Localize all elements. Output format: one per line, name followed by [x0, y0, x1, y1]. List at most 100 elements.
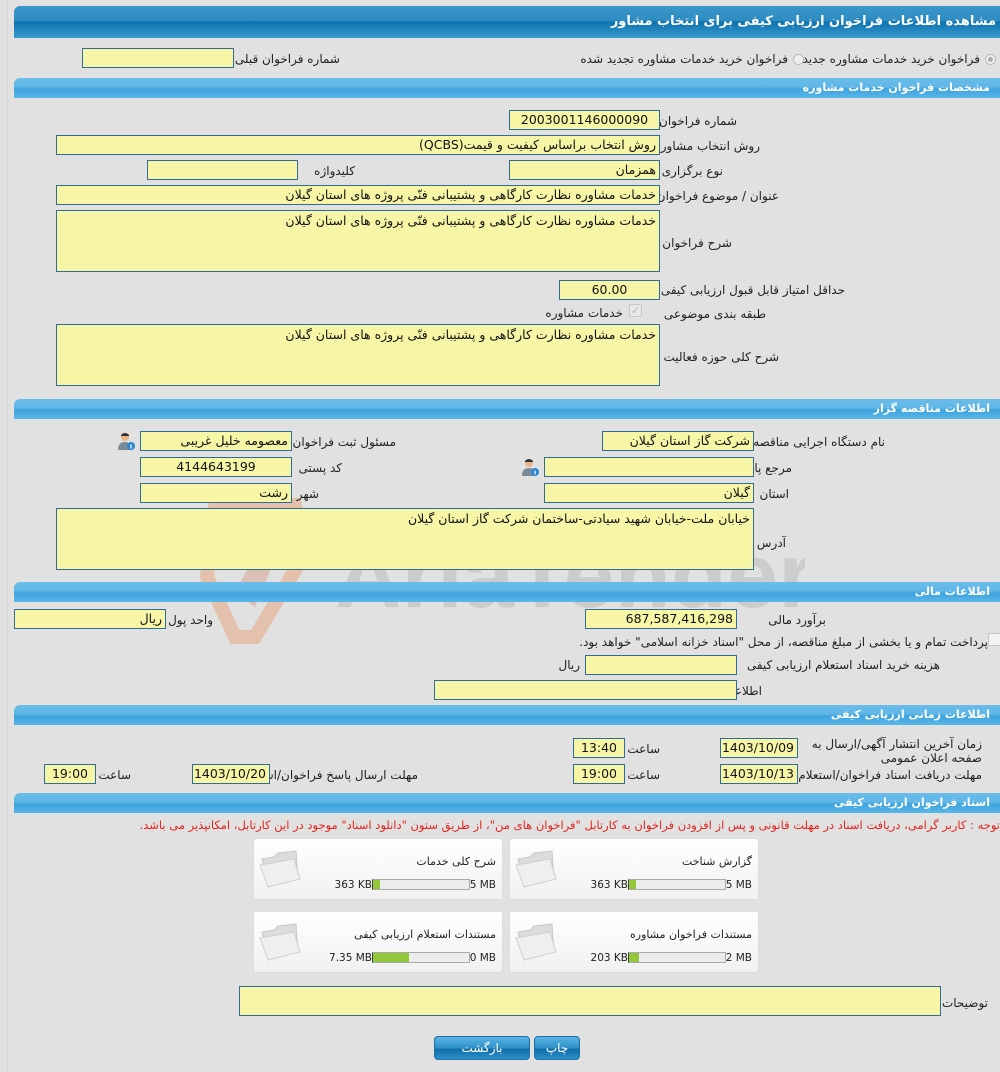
postal-code-field[interactable]: 4144643199 [140, 457, 292, 477]
activity-scope-textarea[interactable]: خدمات مشاوره نظارت کارگاهی و پشتیبانی فن… [56, 324, 660, 386]
submit-deadline-time-label: ساعت [98, 768, 131, 782]
doc-fee-unit: ریال [558, 658, 580, 672]
publish-date-field[interactable]: 1403/10/09 [720, 738, 798, 758]
receive-deadline-time-field[interactable]: 19:00 [573, 764, 625, 784]
radio-new-call-label: فراخوان خرید خدمات مشاوره جدید [802, 52, 980, 66]
category-label: طبقه بندی موضوعی [663, 307, 766, 321]
min-score-label: حداقل امتیاز قابل قبول ارزیابی کیفی [660, 283, 845, 297]
selection-method-label: روش انتخاب مشاور [660, 139, 760, 153]
estimate-field[interactable]: 687,587,416,298 [585, 609, 737, 629]
publish-time-label: ساعت [627, 742, 660, 756]
publish-label: زمان آخرین انتشار آگهی/ارسال به صفحه اعل… [811, 737, 982, 765]
responder-field[interactable] [544, 457, 754, 477]
keyword-label: کلیدواژه [314, 164, 355, 178]
document-card[interactable]: شرح کلی خدمات 5 MB 363 KB [253, 838, 503, 900]
folder-icon [259, 923, 301, 961]
call-number-field[interactable]: 2003001146000090 [509, 110, 660, 130]
document-size-bar [628, 879, 726, 890]
subject-field[interactable]: خدمات مشاوره نظارت کارگاهی و پشتیبانی فن… [56, 185, 660, 205]
treasury-label: پرداخت تمام و یا بخشی از مبلغ مناقصه، از… [579, 635, 988, 649]
document-card[interactable]: مستندات فراخوان مشاوره 2 MB 203 KB [509, 911, 759, 973]
responder-info-icon[interactable] [520, 457, 540, 477]
radio-renewed-call-label: فراخوان خرید خدمات مشاوره تجدید شده [580, 52, 788, 66]
document-used-size: 7.35 MB [329, 952, 372, 964]
publish-time-field[interactable]: 13:40 [573, 738, 625, 758]
previous-call-field[interactable] [82, 48, 234, 68]
folder-icon [259, 850, 301, 888]
call-number-label: شماره فراخوان [659, 114, 737, 128]
document-name: گزارش شناخت [681, 855, 752, 868]
document-size-bar [372, 879, 470, 890]
holding-type-field[interactable]: همزمان [509, 160, 660, 180]
min-score-field[interactable]: 60.00 [559, 280, 660, 300]
address-label: آدرس [756, 536, 786, 550]
description-label: شرح فراخوان [662, 236, 732, 250]
doc-fee-label: هزینه خرید اسناد استعلام ارزیابی کیفی [746, 658, 940, 672]
registrar-field[interactable]: معصومه خلیل غریبی [140, 431, 292, 451]
document-max-size: 5 MB [725, 879, 752, 891]
document-card[interactable]: مستندات استعلام ارزیابی کیفی 20 MB 7.35 MB [253, 911, 503, 973]
category-value: خدمات مشاوره [545, 306, 623, 320]
page-title: مشاهده اطلاعات فراخوان ارزیابی کیفی برای… [610, 14, 996, 29]
section-title: اطلاعات مناقصه گزار [873, 402, 990, 415]
city-field[interactable]: رشت [140, 483, 292, 503]
account-info-field[interactable] [434, 680, 737, 700]
download-notice: توجه : کاربر گرامی، دریافت اسناد در مهلت… [139, 818, 1000, 832]
doc-fee-field[interactable] [585, 655, 737, 675]
section-title: مشخصات فراخوان خدمات مشاوره [802, 81, 990, 94]
province-label: استان [759, 487, 789, 501]
document-used-size: 203 KB [590, 952, 628, 964]
document-used-size: 363 KB [334, 879, 372, 891]
currency-label: واحد پول [168, 613, 213, 627]
document-name: شرح کلی خدمات [416, 855, 496, 868]
document-used-size: 363 KB [590, 879, 628, 891]
folder-icon [515, 923, 557, 961]
notes-label: توضیحات [941, 996, 988, 1010]
section-title: اطلاعات مالی [914, 585, 990, 598]
radio-renewed-call[interactable] [793, 54, 804, 65]
page-title-bar: مشاهده اطلاعات فراخوان ارزیابی کیفی برای… [14, 6, 1000, 38]
description-textarea[interactable]: خدمات مشاوره نظارت کارگاهی و پشتیبانی فن… [56, 210, 660, 272]
section-header-documents: اسناد فراخوان ارزیابی کیفی [14, 793, 1000, 813]
registrar-info-icon[interactable] [116, 431, 136, 451]
estimate-label: برآورد مالی [768, 613, 826, 627]
section-title: اسناد فراخوان ارزیابی کیفی [833, 796, 990, 809]
currency-field[interactable]: ریال [14, 609, 166, 629]
back-button[interactable]: بازگشت [434, 1036, 530, 1060]
category-checkbox[interactable]: ✓ [629, 304, 642, 317]
document-size-fill [373, 953, 409, 962]
document-max-size: 2 MB [725, 952, 752, 964]
document-name: مستندات استعلام ارزیابی کیفی [354, 928, 496, 941]
postal-code-label: کد پستی [298, 461, 343, 475]
section-header-organizer: اطلاعات مناقصه گزار [14, 399, 1000, 419]
document-size-bar [372, 952, 470, 963]
subject-label: عنوان / موضوع فراخوان [656, 189, 779, 203]
document-size-fill [629, 880, 636, 889]
print-button[interactable]: چاپ [534, 1036, 580, 1060]
receive-deadline-time-label: ساعت [627, 768, 660, 782]
section-header-financial: اطلاعات مالی [14, 582, 1000, 602]
holding-type-label: نوع برگزاری [661, 164, 723, 178]
address-textarea[interactable]: خیابان ملت-خیابان شهید سیادتی-ساختمان شر… [56, 508, 754, 570]
document-name: مستندات فراخوان مشاوره [630, 928, 752, 941]
section-title: اطلاعات زمانی ارزیابی کیفی [830, 708, 990, 721]
receive-deadline-date-field[interactable]: 1403/10/13 [720, 764, 798, 784]
selection-method-field[interactable]: روش انتخاب براساس کیفیت و قیمت(QCBS) [56, 135, 660, 155]
activity-scope-label: شرح کلی حوزه فعالیت [663, 350, 780, 364]
radio-new-call[interactable] [985, 54, 996, 65]
treasury-checkbox[interactable] [988, 633, 1000, 646]
notes-field[interactable] [239, 986, 941, 1016]
document-size-fill [373, 880, 380, 889]
document-card[interactable]: گزارش شناخت 5 MB 363 KB [509, 838, 759, 900]
section-header-service-specs: مشخصات فراخوان خدمات مشاوره [14, 78, 1000, 98]
section-header-timing: اطلاعات زمانی ارزیابی کیفی [14, 705, 1000, 725]
document-size-fill [629, 953, 639, 962]
submit-deadline-date-field[interactable]: 1403/10/20 [192, 764, 270, 784]
previous-call-label: شماره فراخوان قبلی [234, 52, 340, 66]
folder-icon [515, 850, 557, 888]
province-field[interactable]: گیلان [544, 483, 754, 503]
org-name-field[interactable]: شرکت گاز استان گیلان [602, 431, 754, 451]
keyword-field[interactable] [147, 160, 298, 180]
submit-deadline-time-field[interactable]: 19:00 [44, 764, 96, 784]
document-max-size: 5 MB [469, 879, 496, 891]
